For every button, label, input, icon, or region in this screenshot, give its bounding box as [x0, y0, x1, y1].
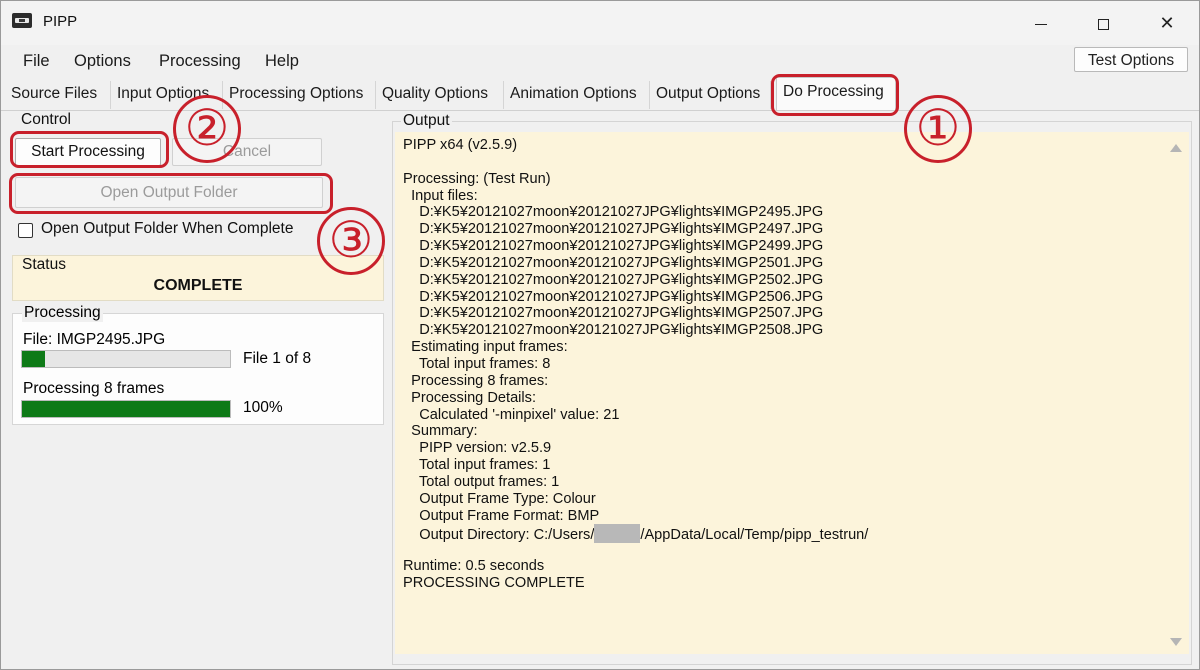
frames-progress-fill	[22, 401, 230, 417]
output-line: D:¥K5¥20121027moon¥20121027JPG¥lights¥IM…	[403, 221, 824, 238]
output-line: Calculated '-minpixel' value: 21	[403, 406, 620, 423]
output-scrollbar[interactable]	[1161, 132, 1189, 654]
output-line: Estimating input frames:	[403, 339, 568, 356]
output-tail-lines: Runtime: 0.5 seconds PROCESSING COMPLETE	[403, 541, 1161, 592]
tab-processing-options[interactable]: Processing Options	[223, 81, 376, 109]
annotation-number-2: ②	[173, 95, 241, 163]
output-log[interactable]: PIPP x64 (v2.5.9) Processing: (Test Run) …	[395, 132, 1161, 654]
pipp-window: PIPP ✕ File Options Processing Help Test…	[0, 0, 1200, 670]
output-line: Runtime: 0.5 seconds	[403, 558, 545, 575]
tab-quality-options[interactable]: Quality Options	[376, 81, 504, 109]
status-label: Status	[22, 256, 66, 273]
frames-progress-text: 100%	[243, 399, 283, 416]
frames-label: Processing 8 frames	[23, 380, 165, 397]
output-directory-line: Output Directory: C:/Users/ /AppData/Loca…	[403, 524, 1161, 544]
menu-file[interactable]: File	[23, 52, 50, 71]
output-line: PROCESSING COMPLETE	[403, 574, 585, 591]
processing-label: Processing	[22, 304, 103, 322]
current-file-label: File: IMGP2495.JPG	[23, 331, 166, 348]
menu-help[interactable]: Help	[265, 52, 299, 71]
close-button[interactable]: ✕	[1137, 1, 1197, 45]
tab-animation-options[interactable]: Animation Options	[504, 81, 650, 109]
output-line: PIPP version: v2.5.9	[403, 440, 552, 457]
maximize-icon	[1097, 18, 1109, 30]
annotation-number-3: ③	[317, 207, 385, 275]
output-dir-suffix: /AppData/Local/Temp/pipp_testrun/	[640, 527, 869, 544]
output-line: Summary:	[403, 423, 478, 440]
scroll-down-icon[interactable]	[1170, 638, 1182, 646]
processing-panel: Processing File: IMGP2495.JPG File 1 of …	[12, 304, 384, 425]
output-line: Total output frames: 1	[403, 473, 560, 490]
frames-progress-bar	[21, 400, 231, 418]
annotation-box-start-processing	[10, 131, 169, 168]
tab-source-files[interactable]: Source Files	[5, 81, 111, 109]
status-value: COMPLETE	[153, 277, 243, 294]
output-line: D:¥K5¥20121027moon¥20121027JPG¥lights¥IM…	[403, 271, 824, 288]
file-progress-fill	[22, 351, 45, 367]
menu-options[interactable]: Options	[74, 52, 131, 71]
annotation-box-do-processing	[771, 74, 899, 116]
output-dir-prefix: Output Directory: C:/Users/	[403, 527, 595, 544]
output-line: D:¥K5¥20121027moon¥20121027JPG¥lights¥IM…	[403, 254, 824, 271]
output-line: Processing 8 frames:	[403, 372, 549, 389]
output-line: PIPP x64 (v2.5.9)	[403, 137, 518, 153]
output-line: Total input frames: 1	[403, 457, 551, 474]
file-progress-text: File 1 of 8	[243, 350, 312, 367]
maximize-button[interactable]	[1073, 1, 1133, 45]
annotation-number-1: ①	[904, 95, 972, 163]
output-line: D:¥K5¥20121027moon¥20121027JPG¥lights¥IM…	[403, 322, 824, 339]
redacted-username	[594, 524, 641, 544]
file-progress-bar	[21, 350, 231, 368]
close-icon: ✕	[1159, 13, 1175, 33]
output-line: Total input frames: 8	[403, 355, 551, 372]
test-options-button[interactable]: Test Options	[1074, 47, 1188, 72]
app-icon	[12, 13, 32, 28]
window-title: PIPP	[43, 13, 78, 30]
output-line: D:¥K5¥20121027moon¥20121027JPG¥lights¥IM…	[403, 288, 824, 305]
scroll-up-icon[interactable]	[1170, 144, 1182, 152]
tab-output-options[interactable]: Output Options	[650, 81, 771, 109]
minimize-icon	[1035, 23, 1047, 25]
output-line: Processing Details:	[403, 389, 537, 406]
open-folder-checkbox-label[interactable]: Open Output Folder When Complete	[41, 220, 293, 238]
menu-bar: File Options Processing Help	[1, 45, 1199, 77]
output-lines: PIPP x64 (v2.5.9) Processing: (Test Run) …	[403, 137, 1161, 524]
output-line: D:¥K5¥20121027moon¥20121027JPG¥lights¥IM…	[403, 204, 824, 221]
menu-processing[interactable]: Processing	[159, 52, 241, 71]
output-line: Output Frame Format: BMP	[403, 507, 600, 524]
open-folder-checkbox[interactable]	[18, 223, 33, 238]
title-bar: PIPP ✕	[1, 1, 1199, 45]
output-line: Output Frame Type: Colour	[403, 490, 596, 507]
output-line: Processing: (Test Run)	[403, 170, 551, 187]
output-line: Input files:	[403, 187, 478, 204]
output-line: D:¥K5¥20121027moon¥20121027JPG¥lights¥IM…	[403, 238, 824, 255]
minimize-button[interactable]	[1011, 1, 1071, 45]
control-group-label: Control	[19, 111, 73, 129]
output-line: D:¥K5¥20121027moon¥20121027JPG¥lights¥IM…	[403, 305, 824, 322]
output-group-label: Output	[401, 112, 452, 130]
annotation-box-open-output-folder	[9, 173, 333, 214]
